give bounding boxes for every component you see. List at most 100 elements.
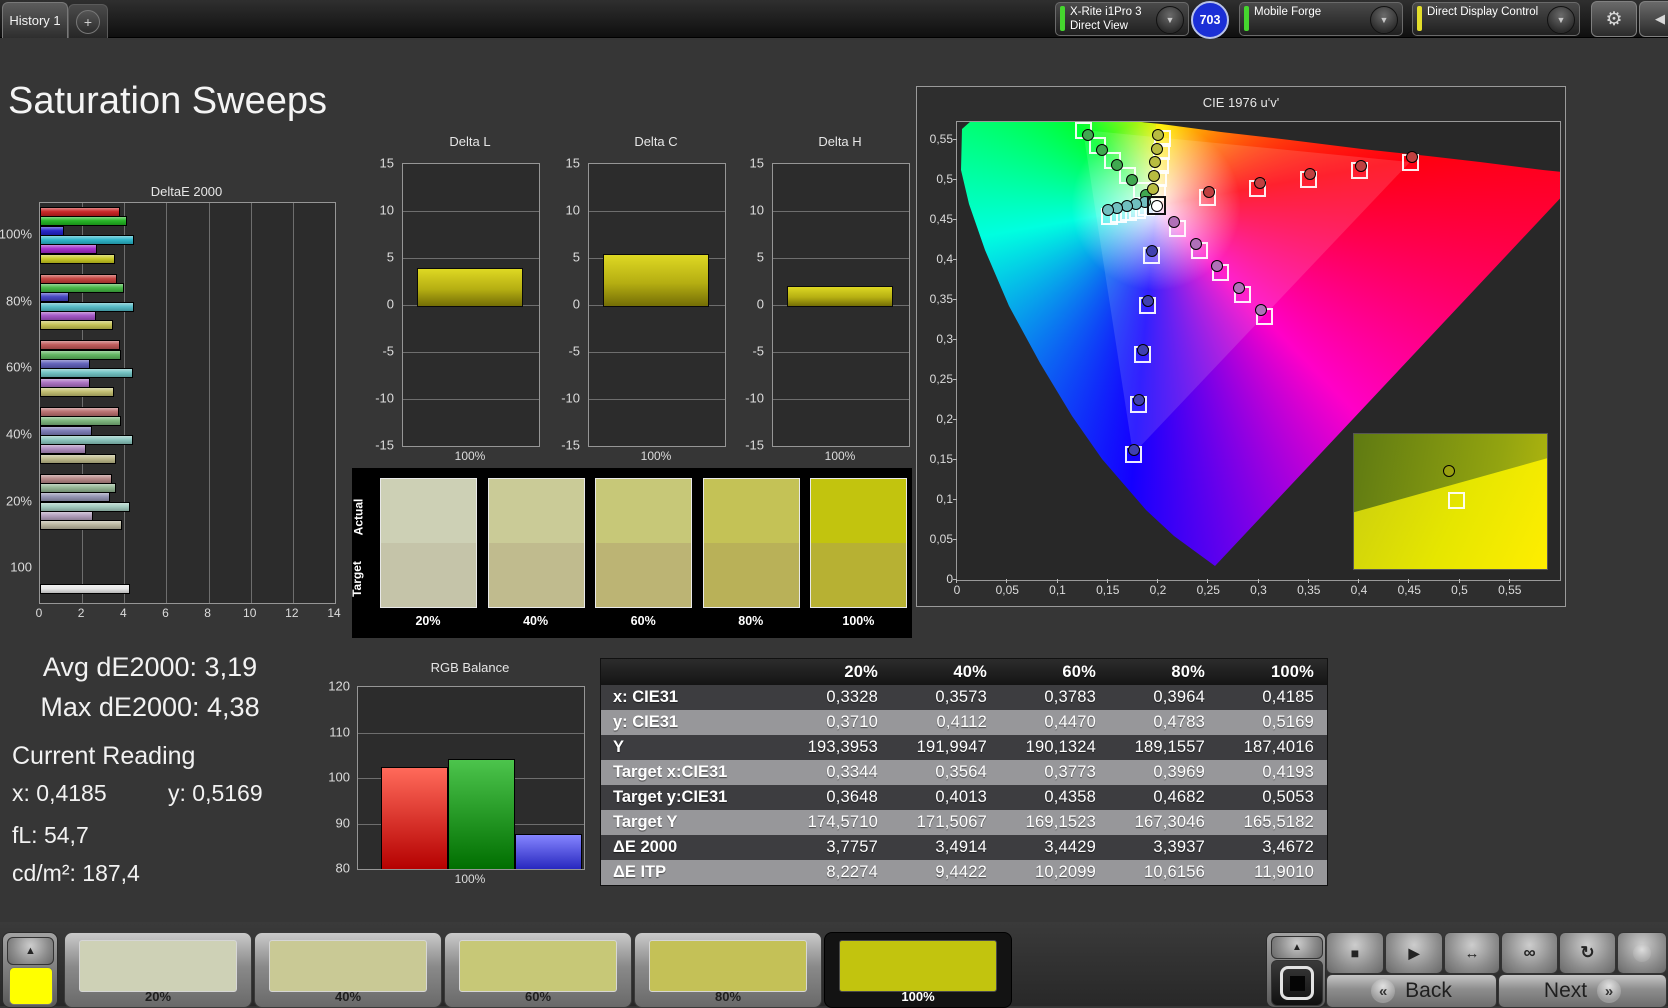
y-tick-label: 40% [5, 426, 32, 442]
swatch-label: 20% [415, 614, 441, 628]
blue-measured-marker [1132, 394, 1145, 406]
table-cell: 169,1523 [1025, 813, 1096, 831]
gridline [773, 399, 909, 400]
y-tick-label: 80 [335, 860, 350, 876]
cie-y-tick-label: 0,05 [929, 532, 953, 546]
patch-button-80%[interactable]: 80% [634, 932, 822, 1008]
swatch-cell [702, 478, 800, 608]
step-range-button[interactable]: ↔ [1444, 932, 1500, 974]
cie-y-tick-label: 0,45 [929, 212, 953, 226]
table-cell: 8,2274 [826, 863, 878, 881]
patch-button-100%[interactable]: 100% [824, 932, 1012, 1008]
table-cell: 0,5053 [1262, 788, 1314, 806]
patch-up-button[interactable]: ▲ [7, 937, 54, 965]
display-control-dropdown[interactable]: Direct Display Control ▼ [1412, 2, 1580, 36]
swatch-label: 60% [630, 614, 656, 628]
y-tick-label: -10 [561, 390, 580, 406]
patch-button-20%[interactable]: 20% [64, 932, 252, 1008]
table-cell: 171,5067 [916, 813, 987, 831]
target-swatch [381, 543, 476, 607]
history-tab[interactable]: History 1 [2, 2, 68, 38]
chevron-down-icon: ▼ [1156, 6, 1184, 34]
continuous-loop-button[interactable]: ∞ [1501, 932, 1558, 974]
table-header-cell: 60% [1062, 662, 1096, 681]
table-cell: 0,3648 [826, 788, 878, 806]
y-tick-label: 110 [329, 724, 350, 739]
settings-button[interactable]: ⚙ [1591, 1, 1637, 37]
y-value: 0,5169 [192, 780, 263, 806]
fl-label: fL: [12, 822, 38, 848]
table-cell: 0,4112 [936, 713, 987, 731]
tick-mark [953, 539, 957, 540]
red-measured-marker [1202, 185, 1215, 198]
gridline [335, 203, 336, 603]
next-button[interactable]: Next » [1498, 974, 1667, 1008]
current-patch-swatch[interactable] [9, 967, 53, 1005]
red-measured-marker [1253, 177, 1266, 190]
swatch-cell [380, 478, 477, 608]
y-tick-label: 0 [756, 296, 764, 312]
meter-dropdown[interactable]: X-Rite i1Pro 3 Direct View ▼ [1055, 2, 1189, 36]
refresh-button[interactable]: ↻ [1559, 932, 1616, 974]
source-dropdown[interactable]: Mobile Forge ▼ [1239, 2, 1403, 36]
table-header-cell: 80% [1171, 662, 1205, 681]
y-tick-label: -15 [375, 437, 394, 453]
cie-x-tick-label: 0,2 [1149, 583, 1167, 597]
y-tick-label: 10 [749, 202, 764, 218]
cie-y-tick-label: 0,5 [936, 172, 953, 186]
gridline [589, 211, 725, 212]
chevron-down-icon: ▼ [1370, 6, 1398, 34]
green-measured-marker [1110, 158, 1123, 171]
table-cell: 0,3969 [1153, 763, 1205, 781]
magenta-measured-marker [1254, 304, 1267, 317]
patch-color-bar [839, 940, 997, 992]
meter-line1: X-Rite i1Pro 3 [1070, 6, 1142, 18]
table-cell: 0,3564 [935, 763, 987, 781]
table-cell: 3,4672 [1262, 838, 1314, 856]
back-button[interactable]: « Back [1326, 974, 1497, 1008]
single-measure-button[interactable] [1271, 960, 1323, 1006]
target-swatch [703, 543, 799, 607]
table-row-label: Target Y [613, 813, 678, 831]
play-button[interactable]: ▶ [1385, 932, 1443, 974]
tick-mark [953, 259, 957, 260]
delta-bar [603, 253, 709, 307]
table-header-cell: 100% [1270, 662, 1314, 681]
tick-mark [953, 179, 957, 180]
rgb-balance-title: RGB Balance [430, 660, 510, 675]
red-bar [381, 767, 448, 869]
de2000-bar [40, 453, 116, 464]
table-cell: 3,4429 [1044, 838, 1096, 856]
tick-mark [953, 459, 957, 460]
y-tick-label: 20% [5, 493, 32, 509]
gridline [773, 211, 909, 212]
collapse-panel-button[interactable]: ◀ [1639, 1, 1668, 37]
stop-frame-icon [1280, 966, 1314, 1000]
table-cell: 0,3773 [1044, 763, 1096, 781]
tick-mark [953, 379, 957, 380]
add-tab-button[interactable]: + [68, 4, 108, 38]
de2000-bar [40, 584, 131, 595]
table-row: ΔE 2000 3,7757 3,4914 3,4429 3,3937 3,4672 [601, 835, 1327, 860]
extra-transport-button[interactable] [1617, 932, 1667, 974]
inset-target-marker [1448, 492, 1465, 509]
y-tick-label: -5 [752, 343, 764, 359]
table-cell: 190,1324 [1025, 738, 1096, 756]
x-tick-label: 2 [77, 606, 85, 620]
green-measured-marker [1081, 128, 1094, 141]
table-row-label: ΔE ITP [613, 863, 667, 881]
play-icon: ▶ [1408, 944, 1420, 961]
stop-button[interactable]: ■ [1326, 932, 1384, 974]
x-tick-label: 14 [327, 606, 341, 620]
y-tick-label: -10 [375, 390, 394, 406]
patch-color-bar [269, 940, 427, 992]
table-cell: 0,3344 [826, 763, 878, 781]
y-tick-label: 10 [565, 202, 580, 218]
back-chevron-icon: « [1371, 979, 1396, 1003]
mode-up-button[interactable]: ▲ [1271, 936, 1323, 959]
up-arrow-icon: ▲ [1292, 942, 1302, 953]
patch-button-60%[interactable]: 60% [444, 932, 632, 1008]
patch-button-40%[interactable]: 40% [254, 932, 442, 1008]
cie-zoom-inset [1353, 433, 1548, 570]
table-cell: 9,4422 [935, 863, 987, 881]
